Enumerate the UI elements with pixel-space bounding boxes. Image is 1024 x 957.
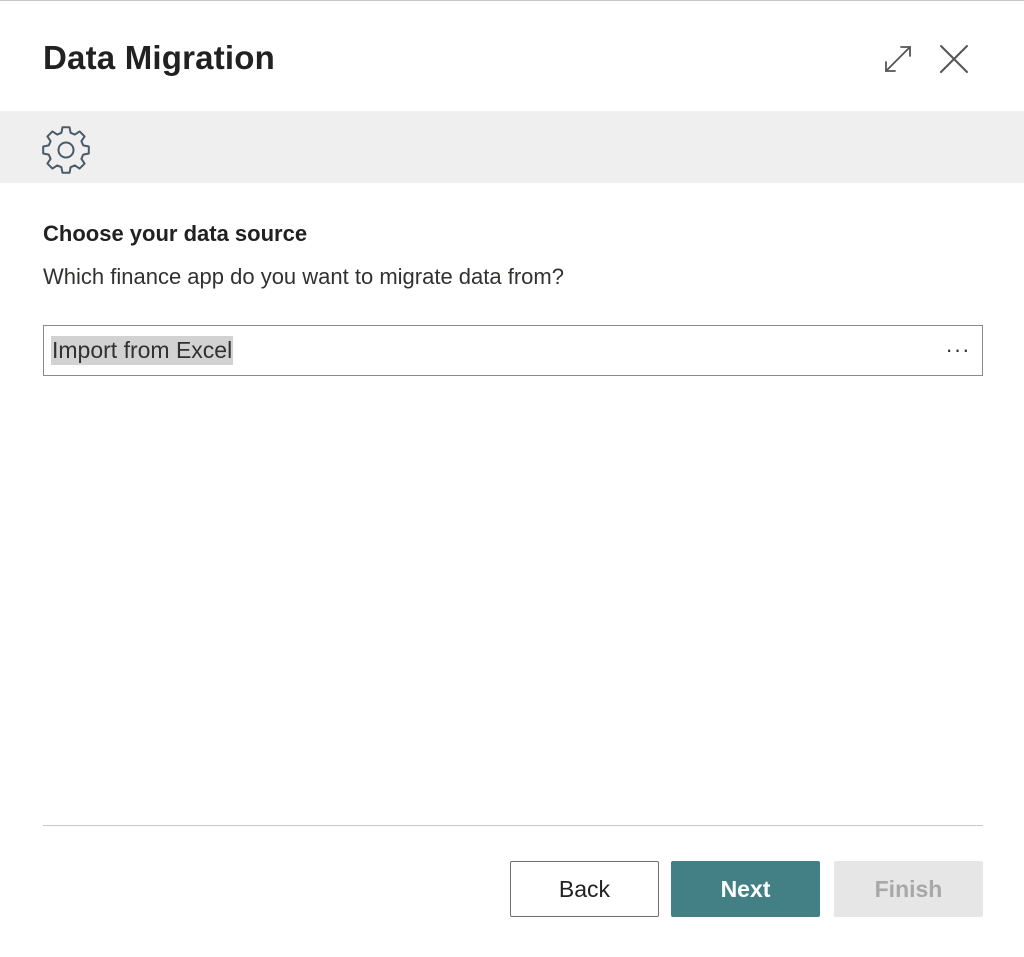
gear-icon [42,126,90,174]
footer-divider [43,825,983,826]
ellipsis-icon: ··· [945,337,971,362]
close-icon [940,45,968,73]
wizard-banner [0,111,1024,183]
data-migration-dialog: Data Migration Choose your data source W… [0,0,1024,957]
step-question: Which finance app do you want to migrate… [43,264,564,289]
close-button[interactable] [934,39,974,79]
back-button[interactable]: Back [510,861,659,917]
data-source-field[interactable]: Import from Excel ··· [43,325,983,376]
dialog-header: Data Migration [0,1,1024,111]
finish-button[interactable]: Finish [834,861,983,917]
expand-icon [885,46,911,72]
step-heading: Choose your data source [43,221,308,246]
expand-button[interactable] [878,39,918,79]
data-source-value[interactable]: Import from Excel [51,336,234,365]
dialog-title: Data Migration [43,39,275,76]
lookup-button[interactable]: ··· [942,334,974,366]
next-button[interactable]: Next [671,861,820,917]
